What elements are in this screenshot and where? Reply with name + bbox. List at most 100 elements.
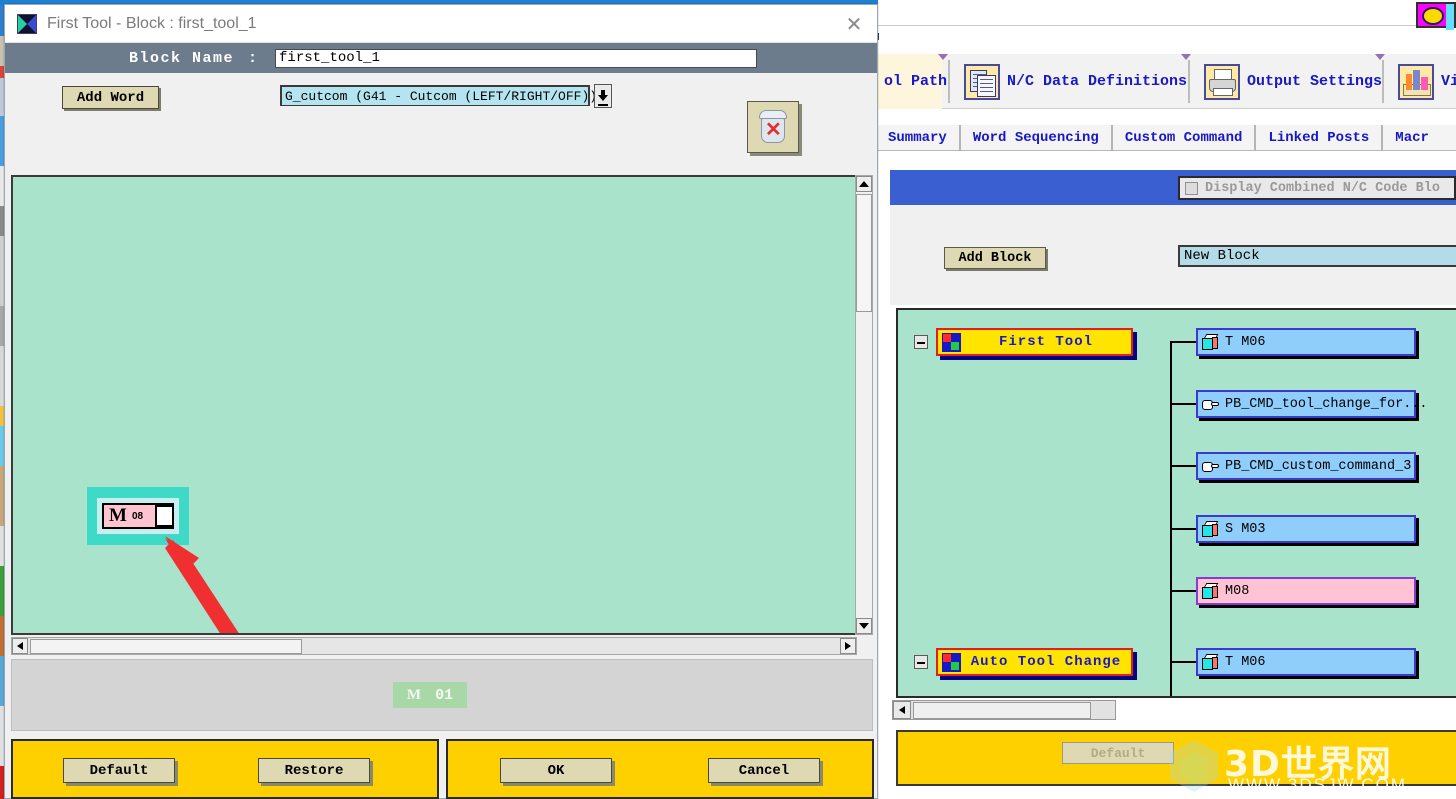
ribbon-separator-1 (948, 60, 950, 103)
tree-scroll-thumb[interactable] (913, 701, 1091, 719)
preview-word-letter: M (406, 686, 422, 703)
nc-data-icon (964, 63, 1000, 100)
tree-branch-3 (1170, 465, 1196, 467)
tree-group-auto-tool-change[interactable]: Auto Tool Change (936, 648, 1133, 676)
preview-word-number: 01 (435, 686, 454, 704)
tab-summary[interactable]: Summary (876, 124, 961, 151)
tree-branch-2 (1170, 403, 1196, 405)
word-token-pad: M 08 (97, 498, 179, 534)
horizontal-scroll-thumb[interactable] (30, 638, 302, 654)
tree-group-first-tool[interactable]: First Tool (936, 328, 1133, 356)
word-token-value-field[interactable] (155, 505, 174, 527)
tab-custom-command[interactable]: Custom Command (1113, 124, 1257, 151)
restore-button[interactable]: Restore (258, 758, 370, 783)
dialog-titlebar: First Tool - Block : first_tool_1 ✕ (5, 5, 877, 43)
tree-leaf-label: PB_CMD_tool_change_for... (1225, 396, 1428, 412)
block-name-bar: Block Name : first_tool_1 (5, 43, 877, 73)
app-corner-icon[interactable] (1416, 2, 1456, 30)
background-button-bar (896, 730, 1456, 786)
word-canvas[interactable]: M 08 (11, 175, 857, 635)
delete-word-button[interactable]: ✕ (747, 101, 799, 153)
background-title-strip (878, 0, 1456, 26)
word-token-inner: M 08 (102, 503, 174, 529)
display-combined-nc-code-checkbox[interactable]: Display Combined N/C Code Blo (1178, 176, 1456, 200)
ribbon-item-output-settings[interactable]: Output Settings (1196, 54, 1390, 109)
ribbon-item-virtual-machine[interactable]: Vir (1390, 54, 1456, 109)
printer-icon (1204, 63, 1240, 100)
first-tool-block-dialog: First Tool - Block : first_tool_1 ✕ Bloc… (4, 4, 878, 799)
scroll-right-button[interactable] (840, 638, 856, 654)
new-block-input[interactable]: New Block (1178, 245, 1456, 267)
block-name-label: Block Name (129, 49, 235, 67)
ribbon-toolbar: ol Path N/C Data Definitions Output Sett… (876, 54, 1456, 109)
word-token-letter: M (109, 505, 127, 526)
display-combined-nc-code-label: Display Combined N/C Code Blo (1205, 180, 1440, 196)
scroll-down-button[interactable] (856, 618, 872, 634)
ribbon-item-tool-path-label: ol Path (884, 73, 948, 90)
block-tree-canvas: First Tool T M06 PB_CMD_tool_change_for.… (896, 308, 1456, 698)
block-name-input[interactable]: first_tool_1 (275, 48, 758, 68)
chevron-down-icon[interactable] (594, 84, 612, 108)
word-select-combo[interactable]: G_cutcom (G41 - Cutcom (LEFT/RIGHT/OFF)) (280, 85, 597, 106)
cube-icon (1202, 653, 1219, 671)
tree-leaf-pb-cmd-tool-change[interactable]: PB_CMD_tool_change_for... (1196, 390, 1428, 418)
tree-trunk-line-1 (1170, 342, 1172, 672)
word-token-number: 08 (131, 510, 144, 522)
preview-word-chip[interactable]: M 01 (393, 682, 467, 708)
cube-icon (1202, 520, 1219, 538)
ribbon-item-nc-data-definitions[interactable]: N/C Data Definitions (956, 54, 1195, 109)
tree-expander-first-tool[interactable] (914, 335, 928, 349)
tree-group-first-tool-label: First Tool (998, 334, 1093, 350)
annotation-arrow-icon (165, 536, 239, 633)
word-canvas-area: M 08 (11, 175, 873, 655)
block-name-colon: : (248, 49, 258, 67)
scroll-up-button[interactable] (856, 176, 872, 192)
tab-linked-posts[interactable]: Linked Posts (1256, 124, 1384, 151)
canvas-vertical-scrollbar[interactable] (855, 175, 873, 635)
ribbon-item-tool-path[interactable]: ol Path (876, 54, 947, 109)
add-block-button[interactable]: Add Block (944, 247, 1046, 269)
tree-leaf-label: M08 (1225, 583, 1250, 599)
canvas-horizontal-scrollbar[interactable] (11, 637, 857, 655)
ribbon-item-nc-data-definitions-label: N/C Data Definitions (1007, 73, 1188, 90)
ribbon-item-virtual-machine-label: Vir (1441, 73, 1456, 90)
app-corner-icon-glyph (1422, 7, 1444, 25)
screenshot-root: cu ol Path N/C Data Definitions (0, 0, 1456, 799)
trash-icon: ✕ (757, 110, 789, 144)
ribbon-separator-3 (1382, 60, 1384, 103)
scroll-left-button[interactable] (12, 638, 28, 654)
tab-strip: Summary Word Sequencing Custom Command L… (876, 124, 1456, 151)
tree-leaf-label: PB_CMD_custom_command_3 (1225, 458, 1412, 474)
ribbon-caret-1-icon (938, 54, 948, 60)
tree-branch-1 (1170, 341, 1196, 343)
background-default-button[interactable]: Default (1062, 742, 1174, 764)
block-preview-bar: M 01 (11, 659, 873, 731)
close-icon[interactable]: ✕ (831, 5, 877, 43)
tree-expander-auto-tool-change[interactable] (914, 655, 928, 669)
cube-icon (1202, 582, 1219, 600)
default-button[interactable]: Default (63, 758, 175, 783)
tree-leaf-label: T M06 (1225, 654, 1266, 670)
tab-macros[interactable]: Macr (1383, 125, 1441, 151)
tree-leaf-t-m06-2[interactable]: T M06 (1196, 648, 1416, 676)
ok-button[interactable]: OK (500, 758, 612, 783)
cancel-button[interactable]: Cancel (708, 758, 820, 783)
tree-horizontal-scrollbar[interactable] (892, 700, 1116, 720)
tree-scroll-left-button[interactable] (893, 701, 911, 719)
tree-leaf-label: T M06 (1225, 334, 1266, 350)
tree-leaf-pb-cmd-custom-command-3[interactable]: PB_CMD_custom_command_3 (1196, 452, 1416, 480)
tree-group-auto-tool-change-label: Auto Tool Change (970, 654, 1122, 670)
ribbon-item-output-settings-label: Output Settings (1247, 73, 1383, 90)
ribbon-separator-2 (1188, 60, 1190, 103)
tree-leaf-s-m03[interactable]: S M03 (1196, 515, 1416, 543)
vertical-scroll-thumb[interactable] (856, 194, 872, 312)
tree-branch-6 (1170, 661, 1196, 663)
tree-leaf-t-m06-1[interactable]: T M06 (1196, 328, 1416, 356)
tab-word-sequencing[interactable]: Word Sequencing (961, 124, 1113, 151)
add-word-button[interactable]: Add Word (62, 86, 159, 109)
application-icon (17, 13, 37, 34)
dialog-title: First Tool - Block : first_tool_1 (47, 14, 257, 32)
tree-leaf-m08[interactable]: M08 (1196, 577, 1416, 605)
tree-leaf-label: S M03 (1225, 521, 1266, 537)
block-group-icon (942, 332, 961, 352)
